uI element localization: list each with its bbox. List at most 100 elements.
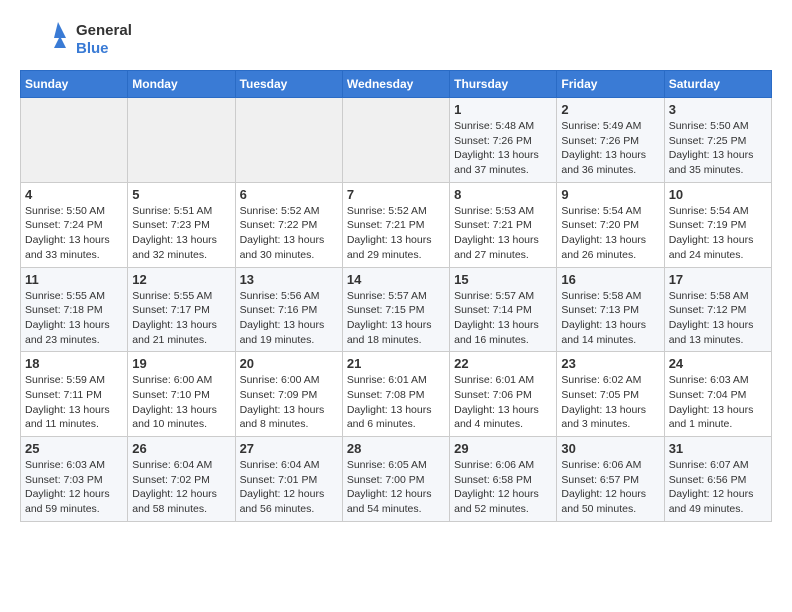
- calendar-cell: 30 Sunrise: 6:06 AM Sunset: 6:57 PM Dayli…: [557, 437, 664, 522]
- day-info: Sunrise: 6:01 AM Sunset: 7:06 PM Dayligh…: [454, 373, 552, 432]
- day-number: 3: [669, 102, 767, 117]
- day-info: Sunrise: 5:49 AM Sunset: 7:26 PM Dayligh…: [561, 119, 659, 178]
- calendar-cell: 5 Sunrise: 5:51 AM Sunset: 7:23 PM Daylig…: [128, 182, 235, 267]
- day-info: Sunrise: 6:07 AM Sunset: 6:56 PM Dayligh…: [669, 458, 767, 517]
- calendar-cell: 13 Sunrise: 5:56 AM Sunset: 7:16 PM Dayli…: [235, 267, 342, 352]
- day-info: Sunrise: 5:52 AM Sunset: 7:22 PM Dayligh…: [240, 204, 338, 263]
- day-info: Sunrise: 6:03 AM Sunset: 7:03 PM Dayligh…: [25, 458, 123, 517]
- day-info: Sunrise: 5:51 AM Sunset: 7:23 PM Dayligh…: [132, 204, 230, 263]
- calendar-cell: [128, 98, 235, 183]
- day-info: Sunrise: 5:58 AM Sunset: 7:12 PM Dayligh…: [669, 289, 767, 348]
- calendar-cell: 16 Sunrise: 5:58 AM Sunset: 7:13 PM Dayli…: [557, 267, 664, 352]
- calendar-cell: 19 Sunrise: 6:00 AM Sunset: 7:10 PM Dayli…: [128, 352, 235, 437]
- calendar-week-3: 11 Sunrise: 5:55 AM Sunset: 7:18 PM Dayli…: [21, 267, 772, 352]
- calendar-cell: 25Sunrise: 6:03 AM Sunset: 7:03 PM Dayli…: [21, 437, 128, 522]
- day-number: 5: [132, 187, 230, 202]
- day-info: Sunrise: 6:06 AM Sunset: 6:57 PM Dayligh…: [561, 458, 659, 517]
- day-info: Sunrise: 5:57 AM Sunset: 7:14 PM Dayligh…: [454, 289, 552, 348]
- day-number: 16: [561, 272, 659, 287]
- day-info: Sunrise: 5:55 AM Sunset: 7:18 PM Dayligh…: [25, 289, 123, 348]
- calendar-body: 1 Sunrise: 5:48 AM Sunset: 7:26 PM Daylig…: [21, 98, 772, 522]
- calendar-cell: 14 Sunrise: 5:57 AM Sunset: 7:15 PM Dayli…: [342, 267, 449, 352]
- day-number: 31: [669, 441, 767, 456]
- day-info: Sunrise: 5:50 AM Sunset: 7:24 PM Dayligh…: [25, 204, 123, 263]
- day-number: 24: [669, 356, 767, 371]
- calendar-cell: 21Sunrise: 6:01 AM Sunset: 7:08 PM Dayli…: [342, 352, 449, 437]
- day-number: 22: [454, 356, 552, 371]
- day-number: 8: [454, 187, 552, 202]
- calendar-cell: 2 Sunrise: 5:49 AM Sunset: 7:26 PM Daylig…: [557, 98, 664, 183]
- day-info: Sunrise: 6:04 AM Sunset: 7:01 PM Dayligh…: [240, 458, 338, 517]
- logo: GeneralBlue: [20, 20, 132, 60]
- header-cell-wednesday: Wednesday: [342, 71, 449, 98]
- day-info: Sunrise: 6:04 AM Sunset: 7:02 PM Dayligh…: [132, 458, 230, 517]
- logo-svg: [20, 20, 70, 60]
- day-number: 12: [132, 272, 230, 287]
- day-number: 28: [347, 441, 445, 456]
- calendar-cell: [342, 98, 449, 183]
- day-number: 30: [561, 441, 659, 456]
- logo-text: GeneralBlue: [76, 22, 132, 58]
- calendar-cell: 22 Sunrise: 6:01 AM Sunset: 7:06 PM Dayli…: [450, 352, 557, 437]
- header-cell-saturday: Saturday: [664, 71, 771, 98]
- logo-blue: Blue: [76, 40, 132, 58]
- header: GeneralBlue: [20, 20, 772, 60]
- header-row: SundayMondayTuesdayWednesdayThursdayFrid…: [21, 71, 772, 98]
- calendar-cell: 10 Sunrise: 5:54 AM Sunset: 7:19 PM Dayli…: [664, 182, 771, 267]
- day-info: Sunrise: 6:06 AM Sunset: 6:58 PM Dayligh…: [454, 458, 552, 517]
- calendar-cell: 27 Sunrise: 6:04 AM Sunset: 7:01 PM Dayli…: [235, 437, 342, 522]
- day-info: Sunrise: 5:54 AM Sunset: 7:19 PM Dayligh…: [669, 204, 767, 263]
- day-number: 27: [240, 441, 338, 456]
- calendar-cell: 28Sunrise: 6:05 AM Sunset: 7:00 PM Dayli…: [342, 437, 449, 522]
- calendar-cell: 9 Sunrise: 5:54 AM Sunset: 7:20 PM Daylig…: [557, 182, 664, 267]
- day-info: Sunrise: 6:00 AM Sunset: 7:10 PM Dayligh…: [132, 373, 230, 432]
- day-info: Sunrise: 5:56 AM Sunset: 7:16 PM Dayligh…: [240, 289, 338, 348]
- calendar-cell: 17 Sunrise: 5:58 AM Sunset: 7:12 PM Dayli…: [664, 267, 771, 352]
- day-number: 13: [240, 272, 338, 287]
- day-number: 4: [25, 187, 123, 202]
- calendar-week-5: 25Sunrise: 6:03 AM Sunset: 7:03 PM Dayli…: [21, 437, 772, 522]
- header-cell-sunday: Sunday: [21, 71, 128, 98]
- calendar-cell: [235, 98, 342, 183]
- logo-general: General: [76, 22, 132, 40]
- calendar-cell: 6 Sunrise: 5:52 AM Sunset: 7:22 PM Daylig…: [235, 182, 342, 267]
- calendar-cell: 20Sunrise: 6:00 AM Sunset: 7:09 PM Dayli…: [235, 352, 342, 437]
- calendar-week-1: 1 Sunrise: 5:48 AM Sunset: 7:26 PM Daylig…: [21, 98, 772, 183]
- day-info: Sunrise: 5:55 AM Sunset: 7:17 PM Dayligh…: [132, 289, 230, 348]
- day-number: 18: [25, 356, 123, 371]
- calendar-cell: 3 Sunrise: 5:50 AM Sunset: 7:25 PM Daylig…: [664, 98, 771, 183]
- day-info: Sunrise: 5:52 AM Sunset: 7:21 PM Dayligh…: [347, 204, 445, 263]
- calendar-cell: 12 Sunrise: 5:55 AM Sunset: 7:17 PM Dayli…: [128, 267, 235, 352]
- day-info: Sunrise: 5:48 AM Sunset: 7:26 PM Dayligh…: [454, 119, 552, 178]
- calendar-table: SundayMondayTuesdayWednesdayThursdayFrid…: [20, 70, 772, 522]
- day-number: 10: [669, 187, 767, 202]
- calendar-cell: [21, 98, 128, 183]
- calendar-cell: 11 Sunrise: 5:55 AM Sunset: 7:18 PM Dayli…: [21, 267, 128, 352]
- day-number: 7: [347, 187, 445, 202]
- day-number: 14: [347, 272, 445, 287]
- day-info: Sunrise: 5:54 AM Sunset: 7:20 PM Dayligh…: [561, 204, 659, 263]
- calendar-week-4: 18 Sunrise: 5:59 AM Sunset: 7:11 PM Dayli…: [21, 352, 772, 437]
- calendar-cell: 24Sunrise: 6:03 AM Sunset: 7:04 PM Dayli…: [664, 352, 771, 437]
- day-number: 11: [25, 272, 123, 287]
- calendar-cell: 23Sunrise: 6:02 AM Sunset: 7:05 PM Dayli…: [557, 352, 664, 437]
- day-number: 1: [454, 102, 552, 117]
- day-number: 19: [132, 356, 230, 371]
- day-info: Sunrise: 5:57 AM Sunset: 7:15 PM Dayligh…: [347, 289, 445, 348]
- calendar-cell: 7 Sunrise: 5:52 AM Sunset: 7:21 PM Daylig…: [342, 182, 449, 267]
- day-info: Sunrise: 5:58 AM Sunset: 7:13 PM Dayligh…: [561, 289, 659, 348]
- day-number: 2: [561, 102, 659, 117]
- header-cell-tuesday: Tuesday: [235, 71, 342, 98]
- header-cell-monday: Monday: [128, 71, 235, 98]
- day-number: 17: [669, 272, 767, 287]
- day-number: 21: [347, 356, 445, 371]
- day-number: 9: [561, 187, 659, 202]
- day-number: 29: [454, 441, 552, 456]
- day-info: Sunrise: 5:59 AM Sunset: 7:11 PM Dayligh…: [25, 373, 123, 432]
- calendar-cell: 15 Sunrise: 5:57 AM Sunset: 7:14 PM Dayli…: [450, 267, 557, 352]
- day-number: 15: [454, 272, 552, 287]
- day-number: 23: [561, 356, 659, 371]
- calendar-cell: 8Sunrise: 5:53 AM Sunset: 7:21 PM Daylig…: [450, 182, 557, 267]
- day-info: Sunrise: 5:50 AM Sunset: 7:25 PM Dayligh…: [669, 119, 767, 178]
- day-number: 6: [240, 187, 338, 202]
